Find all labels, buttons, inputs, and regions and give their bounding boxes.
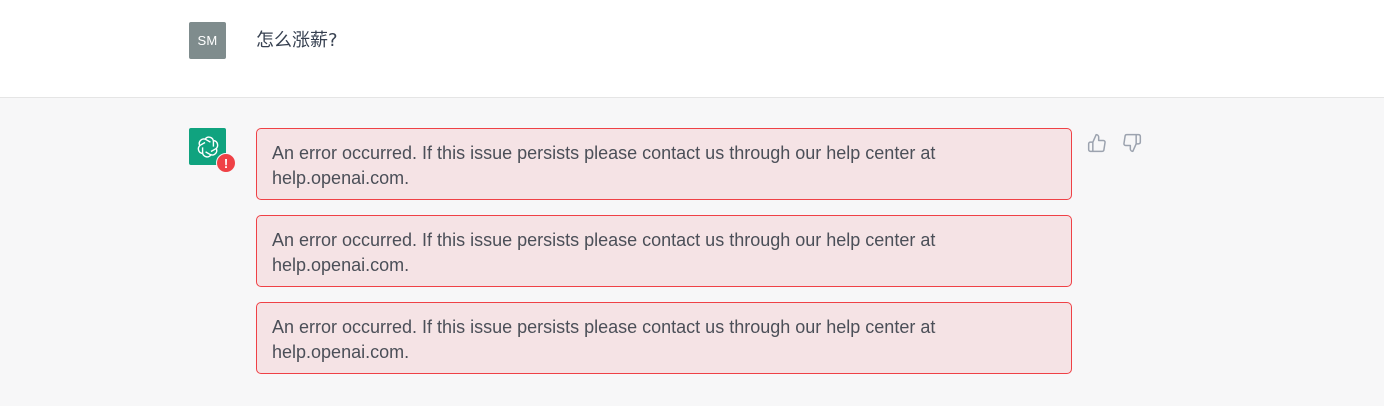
error-message-text: An error occurred. If this issue persist… [272,230,936,275]
user-avatar-initials: SM [197,33,218,48]
assistant-message-row: ! An error occurred. If this issue persi… [0,98,1384,406]
user-message-text: 怎么涨薪? [256,30,338,51]
thumbs-down-icon [1123,133,1142,153]
error-message-box: An error occurred. If this issue persist… [256,215,1072,287]
error-message-box: An error occurred. If this issue persist… [256,302,1072,374]
error-message-text: An error occurred. If this issue persist… [272,317,936,362]
openai-logo-icon [197,135,218,158]
error-message-box: An error occurred. If this issue persist… [256,128,1072,200]
error-exclamation-icon: ! [216,153,236,173]
user-message-row: SM 怎么涨薪? [0,0,1384,98]
thumbs-down-button[interactable] [1121,132,1143,154]
thumbs-up-button[interactable] [1086,132,1108,154]
user-avatar: SM [189,22,226,59]
error-message-text: An error occurred. If this issue persist… [272,143,936,188]
thumbs-up-icon [1087,133,1106,153]
